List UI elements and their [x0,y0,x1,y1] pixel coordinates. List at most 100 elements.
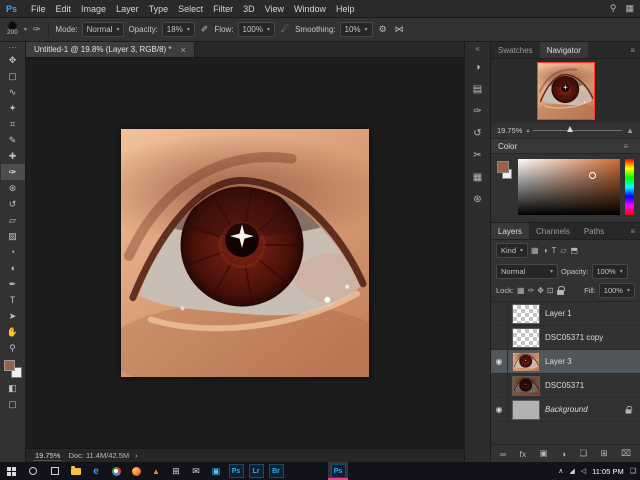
menu-layer[interactable]: Layer [111,4,144,14]
taskbar-firefox[interactable] [126,462,146,480]
layer-fill-input[interactable]: 100% ▾ [599,283,635,298]
navigator-proxy-view[interactable] [537,62,595,120]
action-center-icon[interactable]: ❏ [630,467,636,475]
delete-layer-icon[interactable]: ⌧ [621,448,631,459]
search-icon[interactable]: ⚲ [610,3,617,14]
layer-row-dsc05371-copy[interactable]: DSC05371 copy [491,326,640,350]
layer-row-dsc05371[interactable]: DSC05371 [491,374,640,398]
start-button[interactable] [0,462,22,480]
zoom-slider[interactable] [533,130,622,131]
menu-view[interactable]: View [260,4,289,14]
lock-all-icon[interactable] [557,290,564,295]
filter-shape-layers-icon[interactable]: ▱ [560,246,566,255]
close-document-icon[interactable]: × [181,45,186,55]
expand-panels-icon[interactable]: « [475,44,479,56]
filter-pixel-layers-icon[interactable]: ▦ [531,246,539,255]
taskbar-photoshop-pinned[interactable]: Ps [226,462,246,480]
taskbar-file-explorer[interactable] [66,462,86,480]
airbrush-icon[interactable]: ☄ [279,24,291,35]
navigator-panel-menu-icon[interactable]: ≡ [630,42,640,58]
layer-style-fx-icon[interactable]: fx [519,449,526,459]
tab-swatches[interactable]: Swatches [491,42,540,58]
smoothing-input[interactable]: 10% ▾ [340,22,373,37]
zoom-level-field[interactable]: 19.75% [33,451,62,461]
layers-panel-menu-icon[interactable]: ≡ [630,223,640,239]
gradient-tool[interactable]: ▨ [1,228,25,244]
foreground-color-swatch[interactable] [4,360,15,371]
zoom-in-icon[interactable]: ▲ [626,126,634,135]
menu-image[interactable]: Image [76,4,111,14]
hand-tool[interactable]: ✋ [1,324,25,340]
menu-filter[interactable]: Filter [208,4,238,14]
visibility-toggle[interactable] [491,374,508,397]
navigator-zoom-value[interactable]: 19.75% [497,126,522,135]
healing-brush-tool[interactable]: ✚ [1,148,25,164]
eraser-tool[interactable]: ▱ [1,212,25,228]
properties-panel-icon[interactable]: ▤ [467,78,489,100]
document-tab[interactable]: Untitled-1 @ 19.8% (Layer 3, RGB/8) * × [26,42,195,57]
zoom-tool[interactable]: ⚲ [1,340,25,356]
filter-smart-objects-icon[interactable]: ⬒ [570,246,578,255]
brush-preset-picker[interactable]: 200 [5,22,20,37]
zoom-slider-thumb[interactable] [567,126,573,132]
layer-name[interactable]: DSC05371 [545,381,584,390]
tab-paths[interactable]: Paths [577,223,611,239]
color-panel-swatches[interactable] [497,159,513,215]
filter-adjustment-layers-icon[interactable]: ◑ [543,246,548,255]
color-panel-menu-icon[interactable]: ≡ [623,142,633,151]
zoom-out-icon[interactable]: ▴ [526,127,529,134]
volume-icon[interactable]: ◁ [581,467,586,475]
layer-row-background[interactable]: ◉ Background [491,398,640,422]
adjustments-panel-icon[interactable]: ◑ [467,56,489,78]
taskbar-vlc[interactable]: ▲ [146,462,166,480]
menu-edit[interactable]: Edit [51,4,77,14]
taskbar-mail[interactable]: ✉ [186,462,206,480]
link-layers-icon[interactable]: ∞ [500,449,506,459]
opacity-pressure-icon[interactable]: ✐ [199,24,211,35]
layer-thumbnail[interactable] [513,377,539,395]
saturation-brightness-field[interactable] [518,159,620,215]
clone-source-panel-icon[interactable]: ⊛ [467,188,489,210]
layer-name[interactable]: DSC05371 copy [545,333,603,342]
taskbar-photoshop-running[interactable]: Ps [328,462,348,480]
task-view-button[interactable] [44,462,66,480]
edit-toolbar-icon[interactable]: ⋯ [9,43,17,52]
blend-mode-select[interactable]: Normal ▾ [82,22,125,37]
opacity-input[interactable]: 18% ▾ [162,22,195,37]
menu-3d[interactable]: 3D [238,4,260,14]
brush-settings-toggle-icon[interactable]: ✑ [31,24,43,35]
menu-type[interactable]: Type [144,4,174,14]
visibility-toggle[interactable] [491,302,508,325]
tray-hidden-icons-chevron[interactable]: ∧ [558,467,563,475]
quick-mask-button[interactable]: ◧ [1,380,25,396]
add-mask-icon[interactable]: ▣ [540,448,548,459]
brush-preset-caret-icon[interactable]: ▾ [24,26,27,33]
tab-navigator[interactable]: Navigator [540,42,588,58]
layer-row-layer3[interactable]: ◉ Layer 3 [491,350,640,374]
color-picker-marker[interactable] [589,172,596,179]
smoothing-gear-icon[interactable]: ⚙ [377,24,389,35]
layer-thumbnail[interactable] [513,401,539,419]
canvas[interactable] [26,58,464,448]
tab-color[interactable]: Color [498,142,517,151]
layer-thumbnail[interactable] [513,305,539,323]
artwork-eye-painting[interactable] [121,129,369,377]
taskbar-edge[interactable]: e [86,462,106,480]
dodge-tool[interactable]: ◖ [1,260,25,276]
menu-file[interactable]: File [26,4,51,14]
taskbar-clock[interactable]: 11:05 PM [592,467,624,476]
layer-thumbnail[interactable] [513,353,539,371]
taskbar-store[interactable]: ⊞ [166,462,186,480]
move-tool[interactable]: ✥ [1,52,25,68]
eyedropper-tool[interactable]: ✎ [1,132,25,148]
quick-selection-tool[interactable]: ✦ [1,100,25,116]
navigator-preview[interactable] [491,59,640,123]
history-panel-icon[interactable]: ↺ [467,122,489,144]
workspace-switcher-icon[interactable]: ▦ [625,3,634,14]
layer-name[interactable]: Layer 1 [545,309,572,318]
lock-transparency-icon[interactable]: ▦ [517,286,525,295]
layer-name[interactable]: Layer 3 [545,357,572,366]
crop-tool[interactable]: ⌗ [1,116,25,132]
layer-blend-mode-select[interactable]: Normal ▾ [496,264,558,279]
layer-thumbnail[interactable] [513,329,539,347]
